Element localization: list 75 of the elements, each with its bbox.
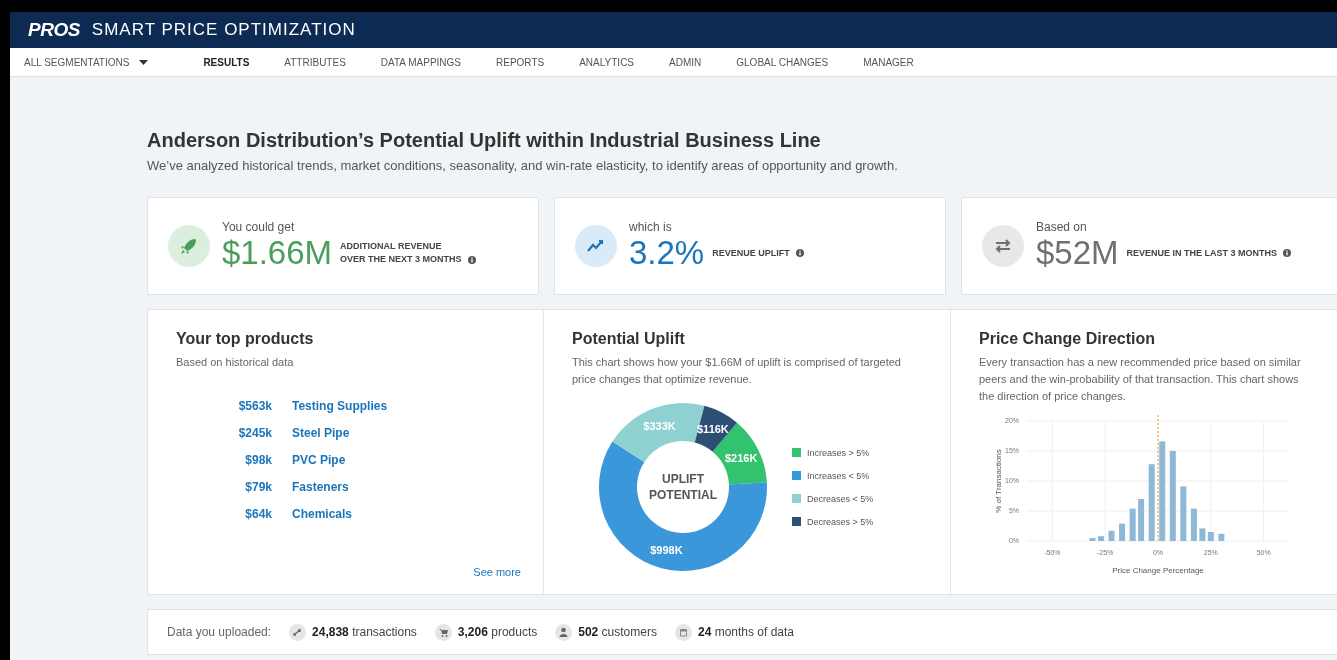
kpi-caption: Based on bbox=[1036, 220, 1088, 234]
nav-tab[interactable]: GLOBAL CHANGES bbox=[736, 56, 829, 68]
center-label: POTENTIAL bbox=[649, 487, 717, 503]
product-link[interactable]: PVC Pipe bbox=[292, 453, 519, 467]
nav-tab[interactable]: ADMIN bbox=[669, 56, 702, 68]
legend-label: Increases < 5% bbox=[807, 470, 870, 481]
cart-icon bbox=[434, 623, 452, 641]
product-amount[interactable]: $79k bbox=[176, 480, 272, 494]
logo: PROS bbox=[28, 19, 80, 41]
product-link[interactable]: Steel Pipe bbox=[292, 426, 519, 440]
kpi-label: REVENUE UPLIFT bbox=[712, 246, 790, 260]
kpi-value: $1.66M bbox=[222, 234, 333, 272]
y-axis-label: % of Transactions bbox=[994, 449, 1003, 513]
product-amount[interactable]: $98k bbox=[176, 453, 272, 467]
histogram-bar bbox=[1138, 499, 1145, 541]
panel-description: This chart shows how your $1.66M of uplift is comprised of targeted price changes that optimize revenue. bbox=[572, 355, 902, 387]
product-amount[interactable]: $245k bbox=[176, 426, 272, 440]
slice-label: $116K bbox=[697, 423, 729, 436]
kpi-label: OVER THE NEXT 3 MONTHS bbox=[340, 253, 462, 266]
slice-label: $333K bbox=[643, 420, 676, 433]
x-axis-label: Price Change Percentage bbox=[1112, 566, 1204, 575]
info-icon[interactable] bbox=[795, 249, 804, 257]
nav-tab[interactable]: ATTRIBUTES bbox=[284, 56, 346, 68]
kpi-label: ADDITIONAL REVENUE bbox=[340, 240, 442, 253]
kpi-value: $52M bbox=[1036, 234, 1119, 272]
nav-tab[interactable]: ANALYTICS bbox=[579, 56, 635, 68]
product-link[interactable]: Chemicals bbox=[292, 507, 519, 521]
product-link[interactable]: Fasteners bbox=[292, 480, 519, 494]
histogram-bar bbox=[1129, 508, 1136, 541]
legend-label: Decreases > 5% bbox=[807, 516, 874, 527]
histogram-bar bbox=[1218, 533, 1225, 541]
see-more-link[interactable]: See more bbox=[473, 566, 521, 578]
product-link[interactable]: Testing Supplies bbox=[292, 399, 519, 413]
kpi-value: 3.2% bbox=[629, 234, 705, 272]
arrows-icon bbox=[289, 623, 307, 641]
summary-stat: 3,206 products bbox=[457, 625, 538, 639]
panel-title: Your top products bbox=[176, 330, 315, 348]
summary-stat: 24,838 transactions bbox=[312, 625, 417, 639]
calendar-icon bbox=[674, 623, 692, 641]
legend-label: Increases > 5% bbox=[807, 447, 870, 458]
slice-label: $216K bbox=[724, 451, 758, 464]
kpi-label: REVENUE IN THE LAST 3 MONTHS bbox=[1126, 246, 1278, 260]
histogram-bar bbox=[1108, 530, 1115, 541]
kpi-caption: which is bbox=[629, 220, 673, 234]
info-icon[interactable] bbox=[467, 255, 476, 264]
nav-tab[interactable]: REPORTS bbox=[496, 56, 545, 68]
exchange-icon bbox=[982, 225, 1024, 267]
product-amount[interactable]: $64k bbox=[176, 507, 272, 521]
kpi-caption: You could get bbox=[222, 220, 296, 234]
segmentation-dropdown[interactable]: ALL SEGMENTATIONS bbox=[24, 56, 149, 68]
info-icon[interactable] bbox=[1283, 249, 1292, 257]
summary-stat: 24 months of data bbox=[697, 625, 795, 639]
rocket-icon bbox=[168, 225, 210, 267]
legend-label: Decreases < 5% bbox=[807, 493, 874, 504]
product-amount[interactable]: $563k bbox=[176, 399, 272, 413]
summary-label: Data you uploaded: bbox=[167, 625, 272, 639]
person-icon bbox=[555, 623, 573, 641]
page-subtitle: We’ve analyzed historical trends, market conditions, seasonality, and win-rate elasticity, to identify areas of opportunity and growth. bbox=[147, 158, 899, 173]
nav-tab[interactable]: MANAGER bbox=[863, 56, 914, 68]
panel-description: Every transaction has a new recommended price based on similar peers and the win-probability of that transaction. This chart shows the direction of price changes. bbox=[979, 355, 1302, 404]
nav-tab[interactable]: DATA MAPPINGS bbox=[380, 56, 461, 68]
caret-icon bbox=[139, 59, 149, 65]
histogram-bar bbox=[1190, 508, 1197, 541]
histogram-bar bbox=[1119, 523, 1126, 541]
nav-tab[interactable]: RESULTS bbox=[203, 56, 250, 68]
page-title: Anderson Distribution’s Potential Uplift within Industrial Business Line bbox=[147, 129, 822, 152]
center-label: UPLIFT bbox=[662, 471, 704, 487]
histogram-bar bbox=[1180, 486, 1187, 541]
slice-label: $998K bbox=[650, 543, 683, 556]
summary-stat: 502 customers bbox=[578, 625, 657, 639]
panel-title: Price Change Direction bbox=[979, 330, 1157, 348]
trend-icon bbox=[575, 225, 617, 267]
panel-subtitle: Based on historical data bbox=[176, 355, 295, 370]
panel-title: Potential Uplift bbox=[572, 330, 686, 348]
app-title: SMART PRICE OPTIMIZATION bbox=[91, 20, 356, 40]
